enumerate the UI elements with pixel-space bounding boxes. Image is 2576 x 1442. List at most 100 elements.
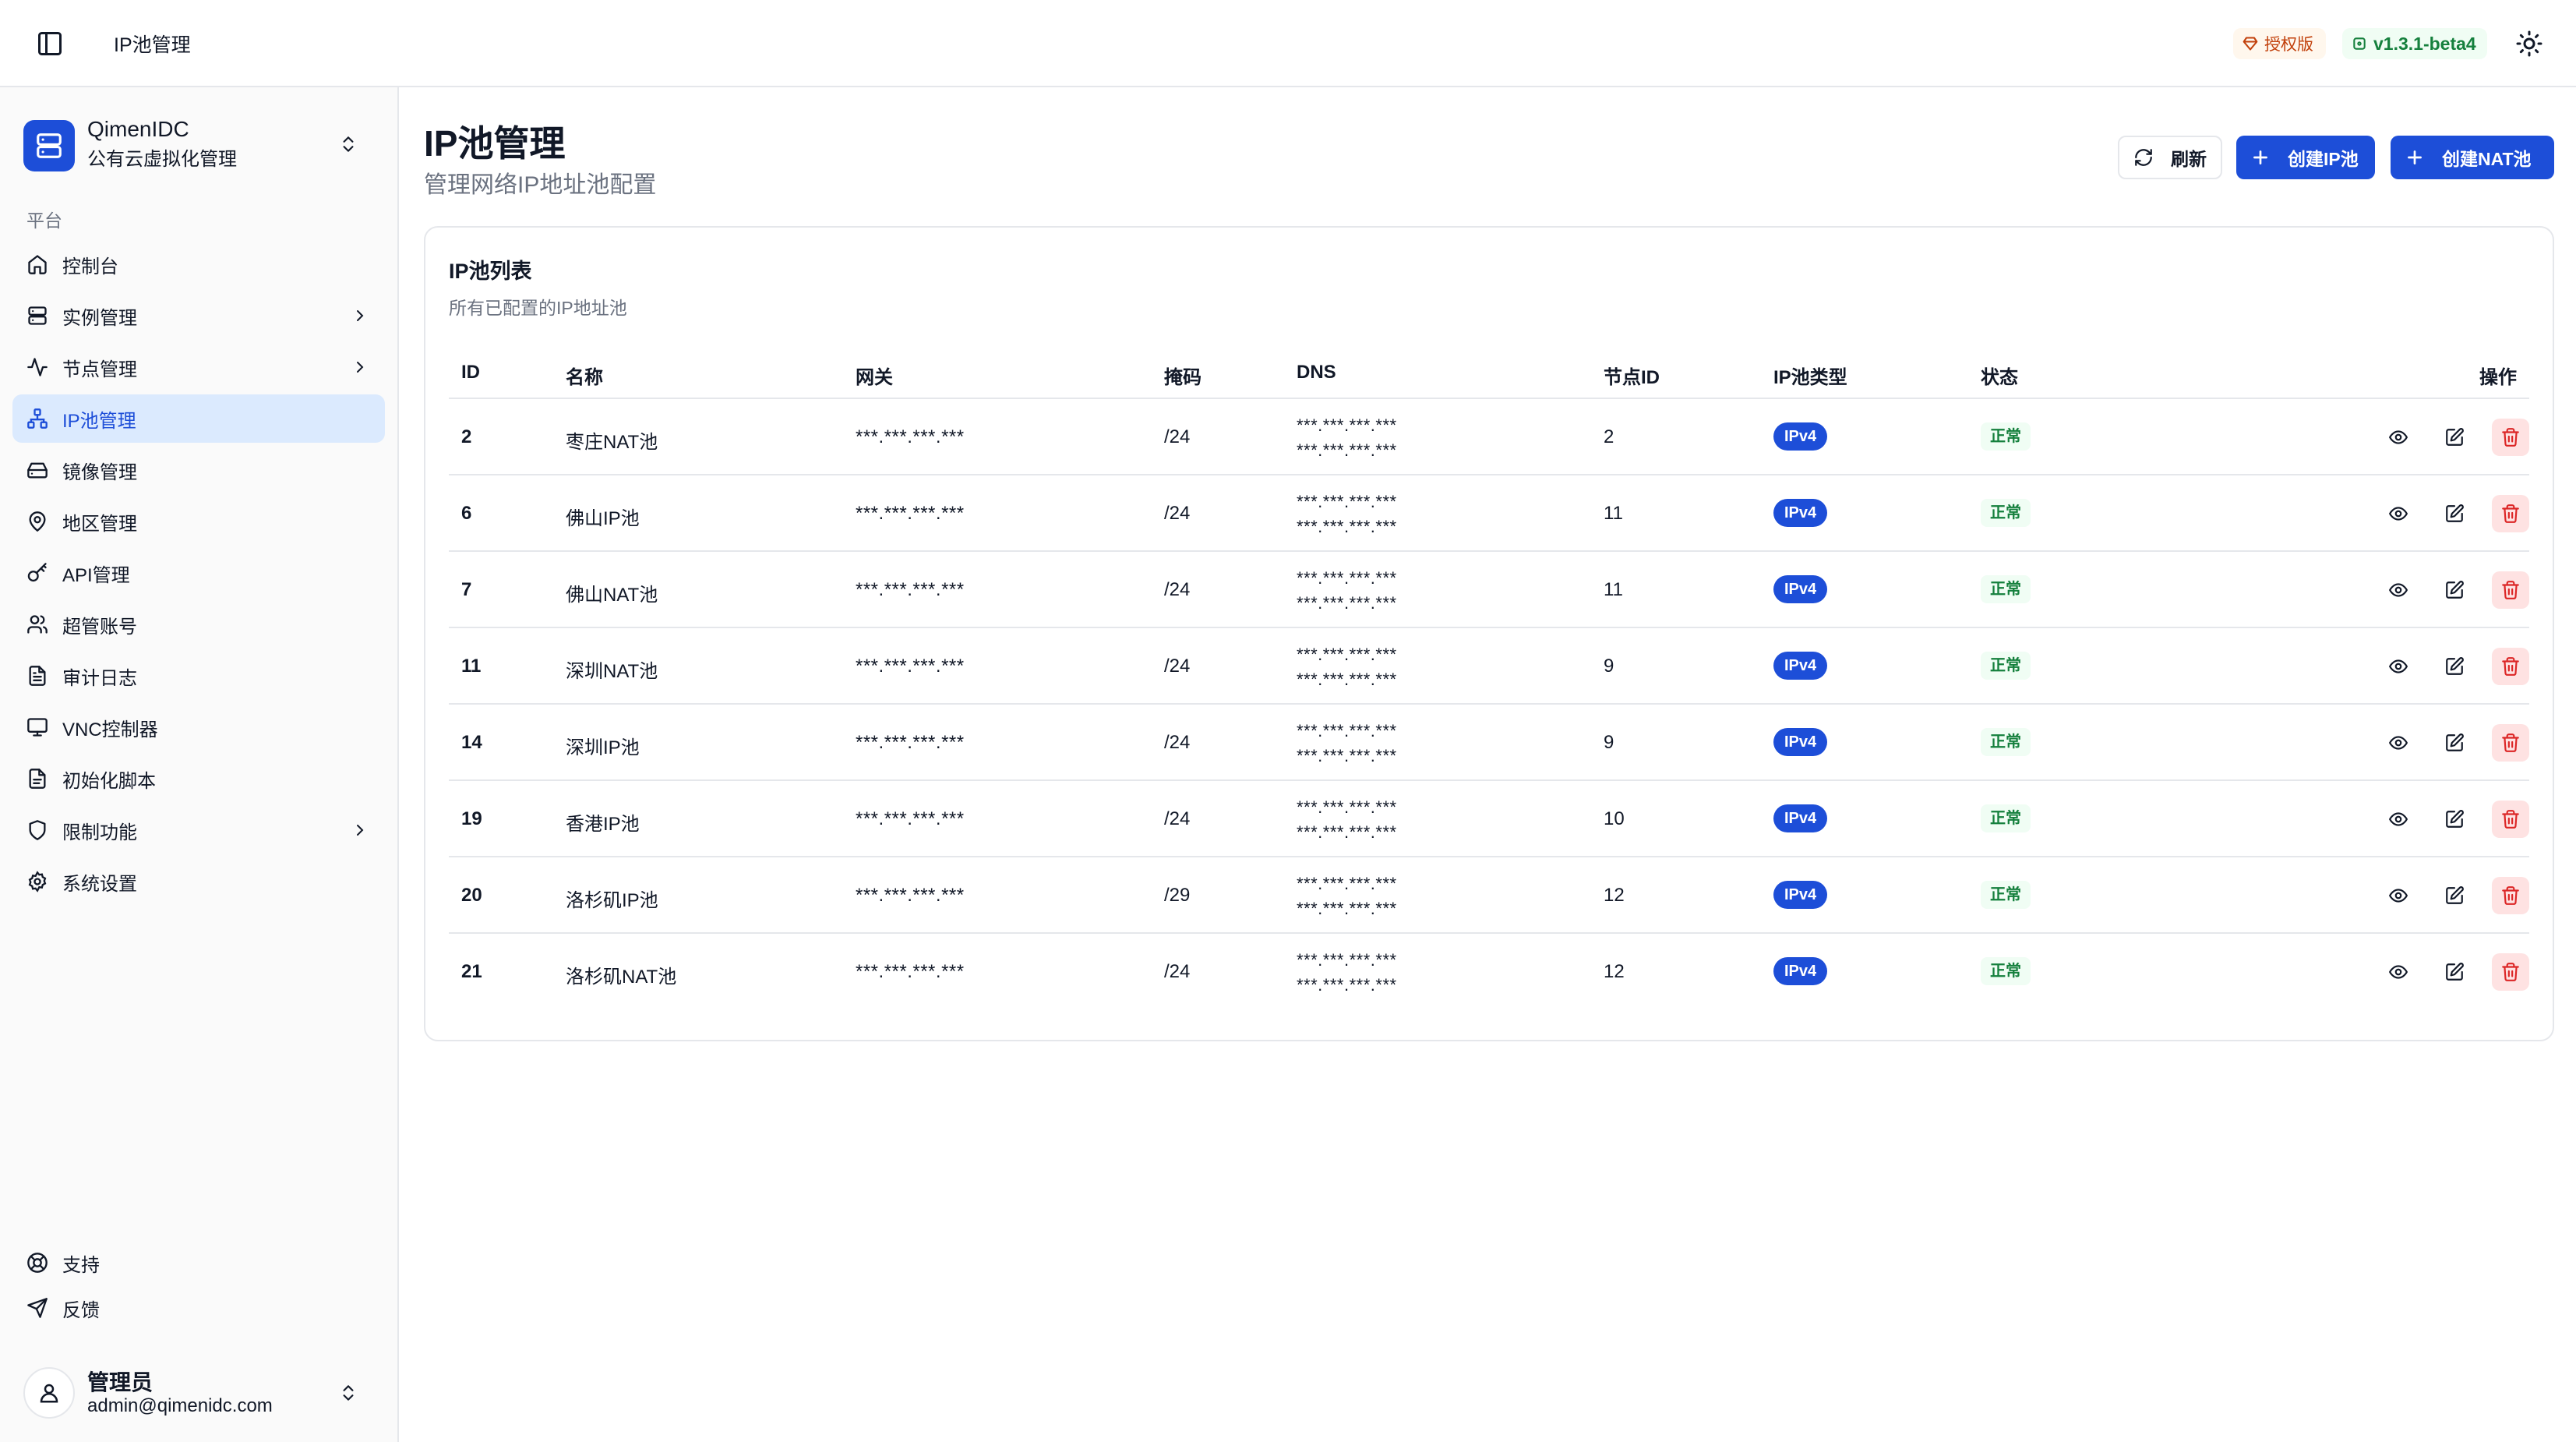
org-switcher[interactable]: QimenIDC 公有云虚拟化管理 xyxy=(23,111,374,181)
monitor-icon xyxy=(25,715,50,740)
sidebar-item-feedback[interactable]: 反馈 xyxy=(12,1286,385,1330)
create-ip-pool-button[interactable]: 创建IP池 xyxy=(2236,136,2375,179)
sidebar-item-api[interactable]: API管理 xyxy=(12,549,385,597)
view-button[interactable] xyxy=(2380,877,2417,914)
dns-primary: ***.***.***.*** xyxy=(1297,721,1397,740)
delete-button[interactable] xyxy=(2492,724,2529,762)
dns-primary: ***.***.***.*** xyxy=(1297,797,1397,817)
key-icon xyxy=(25,560,50,585)
cell-mask: /24 xyxy=(1164,961,1191,982)
sidebar-item-label: 审计日志 xyxy=(62,667,137,689)
sidebar-item-audit-log[interactable]: 审计日志 xyxy=(12,652,385,700)
edit-button[interactable] xyxy=(2436,495,2473,532)
cell-mask: /24 xyxy=(1164,808,1191,829)
trash-icon xyxy=(2500,580,2521,600)
sidebar-item-ip-pools[interactable]: IP池管理 xyxy=(12,394,385,443)
delete-button[interactable] xyxy=(2492,495,2529,532)
delete-button[interactable] xyxy=(2492,571,2529,609)
edit-button[interactable] xyxy=(2436,953,2473,991)
user-menu[interactable]: 管理员 admin@qimenidc.com xyxy=(23,1359,374,1430)
table-row: 20 洛杉矶IP池 ***.***.***.*** /29 ***.***.**… xyxy=(449,857,2529,934)
sidebar-item-restrictions[interactable]: 限制功能 xyxy=(12,806,385,854)
chevrons-up-down-icon xyxy=(338,134,358,154)
avatar xyxy=(23,1367,75,1419)
edit-button[interactable] xyxy=(2436,877,2473,914)
sidebar-item-label: 系统设置 xyxy=(62,873,137,895)
cell-id: 19 xyxy=(461,808,482,829)
sidebar-toggle-icon[interactable] xyxy=(36,30,64,58)
edit-icon xyxy=(2444,504,2465,524)
cell-node-id: 11 xyxy=(1604,503,1623,524)
column-header-type: IP池类型 xyxy=(1773,367,1847,388)
eye-icon xyxy=(2388,656,2408,677)
sidebar-item-admins[interactable]: 超管账号 xyxy=(12,600,385,649)
cell-dns: ***.***.***.*** ***.***.***.*** xyxy=(1297,490,1397,539)
column-header-status: 状态 xyxy=(1981,367,2018,388)
page-subtitle: 管理网络IP地址池配置 xyxy=(424,172,657,198)
sidebar-item-dashboard[interactable]: 控制台 xyxy=(12,240,385,288)
delete-button[interactable] xyxy=(2492,953,2529,991)
view-button[interactable] xyxy=(2380,571,2417,609)
create-nat-pool-button[interactable]: 创建NAT池 xyxy=(2391,136,2554,179)
type-badge: IPv4 xyxy=(1773,728,1828,756)
refresh-button[interactable]: 刷新 xyxy=(2118,136,2222,179)
hard-drive-icon xyxy=(25,458,50,482)
cell-id: 2 xyxy=(461,426,472,447)
view-button[interactable] xyxy=(2380,724,2417,762)
table-header: ID 名称 网关 掩码 DNS 节点ID IP池类型 状态 操作 xyxy=(449,345,2529,399)
cell-node-id: 10 xyxy=(1604,808,1625,829)
dns-primary: ***.***.***.*** xyxy=(1297,492,1397,511)
edit-button[interactable] xyxy=(2436,724,2473,762)
cell-mask: /24 xyxy=(1164,503,1191,524)
edit-icon xyxy=(2444,809,2465,829)
delete-button[interactable] xyxy=(2492,801,2529,838)
cell-node-id: 9 xyxy=(1604,656,1614,677)
dns-secondary: ***.***.***.*** xyxy=(1297,822,1397,842)
view-button[interactable] xyxy=(2380,648,2417,685)
sidebar-item-label: 初始化脚本 xyxy=(62,770,156,792)
sidebar-item-label: 限制功能 xyxy=(62,822,137,843)
sidebar-item-init-scripts[interactable]: 初始化脚本 xyxy=(12,755,385,803)
eye-icon xyxy=(2388,580,2408,600)
eye-icon xyxy=(2388,885,2408,906)
file-code-icon xyxy=(25,766,50,791)
edit-button[interactable] xyxy=(2436,801,2473,838)
sidebar-item-images[interactable]: 镜像管理 xyxy=(12,446,385,494)
delete-button[interactable] xyxy=(2492,877,2529,914)
sidebar-item-settings[interactable]: 系统设置 xyxy=(12,857,385,906)
send-icon xyxy=(25,1295,50,1320)
cell-mask: /24 xyxy=(1164,426,1191,447)
dns-secondary: ***.***.***.*** xyxy=(1297,899,1397,918)
edit-button[interactable] xyxy=(2436,648,2473,685)
trash-icon xyxy=(2500,427,2521,447)
sidebar-item-instances[interactable]: 实例管理 xyxy=(12,292,385,340)
delete-button[interactable] xyxy=(2492,648,2529,685)
sidebar-item-regions[interactable]: 地区管理 xyxy=(12,497,385,546)
sidebar: QimenIDC 公有云虚拟化管理 平台 控制台 实例管理 节点管理 IP池管理 xyxy=(0,87,399,1442)
cell-node-id: 12 xyxy=(1604,961,1625,982)
eye-icon xyxy=(2388,504,2408,524)
activity-icon xyxy=(25,355,50,380)
sidebar-item-nodes[interactable]: 节点管理 xyxy=(12,343,385,391)
chevron-right-icon xyxy=(351,358,369,376)
view-button[interactable] xyxy=(2380,495,2417,532)
view-button[interactable] xyxy=(2380,419,2417,456)
view-button[interactable] xyxy=(2380,953,2417,991)
status-badge: 正常 xyxy=(1981,804,2031,832)
table-body: 2 枣庄NAT池 ***.***.***.*** /24 ***.***.***… xyxy=(449,399,2529,1010)
sidebar-item-support[interactable]: 支持 xyxy=(12,1241,385,1285)
sidebar-item-vnc[interactable]: VNC控制器 xyxy=(12,703,385,751)
table-row: 11 深圳NAT池 ***.***.***.*** /24 ***.***.**… xyxy=(449,628,2529,705)
trash-icon xyxy=(2500,885,2521,906)
theme-toggle-sun-icon[interactable] xyxy=(2515,30,2543,58)
sidebar-item-label: API管理 xyxy=(62,564,130,586)
dns-secondary: ***.***.***.*** xyxy=(1297,746,1397,765)
edit-button[interactable] xyxy=(2436,419,2473,456)
status-badge: 正常 xyxy=(1981,575,2031,603)
view-button[interactable] xyxy=(2380,801,2417,838)
cell-name: 枣庄NAT池 xyxy=(566,432,658,453)
delete-button[interactable] xyxy=(2492,419,2529,456)
table-row: 21 洛杉矶NAT池 ***.***.***.*** /24 ***.***.*… xyxy=(449,934,2529,1010)
table-row: 7 佛山NAT池 ***.***.***.*** /24 ***.***.***… xyxy=(449,552,2529,628)
edit-button[interactable] xyxy=(2436,571,2473,609)
